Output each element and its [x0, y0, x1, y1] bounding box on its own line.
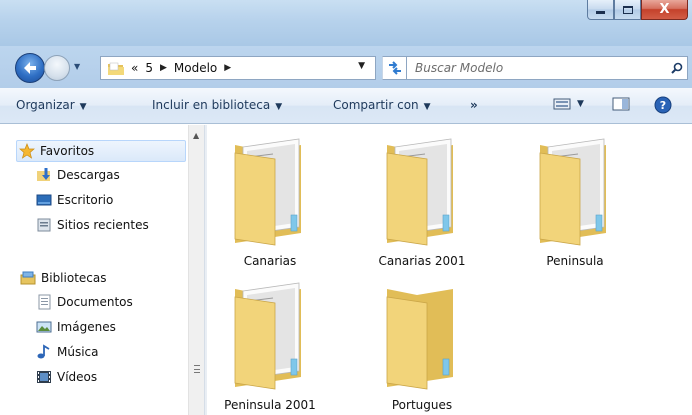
recent-places-icon [36, 217, 52, 233]
chevron-down-icon: ▼ [275, 102, 283, 112]
nav-item-documents[interactable]: Documentos [36, 291, 133, 313]
nav-item-music[interactable]: Música [36, 341, 99, 363]
nav-label: Escritorio [57, 193, 114, 207]
search-input[interactable] [415, 58, 667, 78]
folder-icon [234, 282, 301, 390]
nav-label: Favoritos [40, 144, 95, 158]
chevron-down-icon: ▼ [423, 102, 431, 112]
address-row: ▼ « 5 ▶ Modelo ▶ ▼ [0, 46, 692, 88]
library-icon [20, 270, 36, 286]
share-with-label: Compartir con [333, 98, 419, 112]
star-icon [19, 143, 35, 159]
nav-label: Documentos [57, 295, 133, 309]
folder-icon [108, 62, 124, 75]
nav-label: Vídeos [57, 370, 98, 384]
breadcrumb-item[interactable]: 5 [145, 61, 153, 75]
include-library-label: Incluir en biblioteca [152, 98, 271, 112]
nav-item-videos[interactable]: Vídeos [36, 366, 97, 388]
title-bar: X [0, 0, 692, 46]
music-icon [36, 344, 52, 360]
window-controls: X [587, 0, 688, 22]
forward-button[interactable] [44, 55, 70, 81]
folder-icon [386, 289, 453, 390]
folder-name: Canarias 2001 [378, 254, 466, 268]
folder-name: Canarias [243, 254, 297, 268]
breadcrumb-item[interactable]: Modelo [174, 61, 217, 75]
scroll-up-icon[interactable]: ▲ [193, 131, 199, 140]
nav-item-libraries[interactable]: Bibliotecas [20, 267, 106, 289]
more-commands-button[interactable]: » [470, 98, 478, 112]
nav-item-pictures[interactable]: Imágenes [36, 316, 116, 338]
minimize-icon [596, 11, 605, 14]
arrow-left-icon [24, 62, 36, 74]
folder-name: Peninsula 2001 [224, 398, 316, 412]
folder-item-canarias-2001[interactable]: Canarias 2001 [357, 131, 487, 268]
close-button[interactable]: X [641, 0, 688, 20]
navigation-pane: Favoritos Descargas Escritorio Sitios re… [0, 125, 203, 415]
include-library-menu[interactable]: Incluir en biblioteca ▼ [152, 98, 282, 112]
nav-item-downloads[interactable]: Descargas [36, 164, 120, 186]
nav-label: Descargas [57, 168, 120, 182]
nav-scrollbar[interactable]: ▲ [188, 125, 204, 415]
close-icon: X [659, 2, 670, 17]
folder-icon [386, 138, 453, 246]
back-button[interactable] [15, 53, 45, 83]
share-with-menu[interactable]: Compartir con ▼ [333, 98, 431, 112]
scroll-thumb-grip[interactable] [194, 365, 200, 373]
documents-icon [36, 294, 52, 310]
maximize-icon [622, 5, 633, 14]
recent-pages-dropdown[interactable]: ▼ [74, 62, 80, 71]
chevron-down-icon: ▼ [577, 99, 584, 109]
help-button[interactable]: ? [654, 96, 672, 114]
change-view-button[interactable]: ▼ [553, 96, 584, 112]
folder-name: Portugues [391, 398, 453, 412]
preview-pane-button[interactable] [612, 96, 630, 112]
desktop-icon [36, 192, 52, 208]
search-icon[interactable] [667, 58, 687, 78]
nav-label: Sitios recientes [57, 218, 149, 232]
downloads-folder-icon [36, 167, 52, 183]
folder-icon [539, 138, 606, 246]
nav-label: Bibliotecas [41, 271, 107, 285]
folder-item-peninsula-2001[interactable]: Peninsula 2001 [205, 275, 335, 412]
folder-item-canarias[interactable]: Canarias [205, 131, 335, 268]
chevron-right-icon[interactable]: ▶ [160, 63, 167, 73]
organize-menu[interactable]: Organizar ▼ [16, 98, 87, 112]
organize-label: Organizar [16, 98, 75, 112]
maximize-button[interactable] [614, 0, 641, 20]
folder-icon [234, 138, 301, 246]
help-icon: ? [654, 96, 672, 114]
address-dropdown-icon[interactable]: ▼ [358, 61, 365, 71]
folder-item-peninsula[interactable]: Peninsula [510, 131, 640, 268]
nav-label: Imágenes [57, 320, 116, 334]
command-bar: Organizar ▼ Incluir en biblioteca ▼ Compar… [0, 88, 692, 124]
chevron-down-icon: ▼ [79, 102, 87, 112]
videos-icon [36, 369, 52, 385]
address-bar[interactable]: « 5 ▶ Modelo ▶ ▼ [100, 56, 376, 80]
folder-name: Peninsula [546, 254, 604, 268]
nav-item-desktop[interactable]: Escritorio [36, 189, 113, 211]
breadcrumb-overflow[interactable]: « [131, 61, 138, 75]
preview-pane-icon [612, 97, 630, 111]
search-box [406, 56, 688, 80]
nav-item-favorites[interactable]: Favoritos [16, 140, 186, 162]
svg-text:?: ? [660, 99, 666, 112]
chevron-down-icon: ▼ [74, 62, 81, 71]
chevron-right-icon[interactable]: ▶ [224, 63, 231, 73]
file-list: Canarias Canarias 2001 Peninsula Peninsu… [207, 125, 692, 415]
refresh-button[interactable] [382, 56, 408, 80]
nav-item-recent-places[interactable]: Sitios recientes [36, 214, 149, 236]
minimize-button[interactable] [587, 0, 614, 20]
refresh-icon [389, 61, 401, 75]
view-icon [553, 98, 571, 110]
nav-label: Música [57, 345, 99, 359]
pictures-icon [36, 319, 52, 335]
folder-item-portugues[interactable]: Portugues [357, 275, 487, 412]
